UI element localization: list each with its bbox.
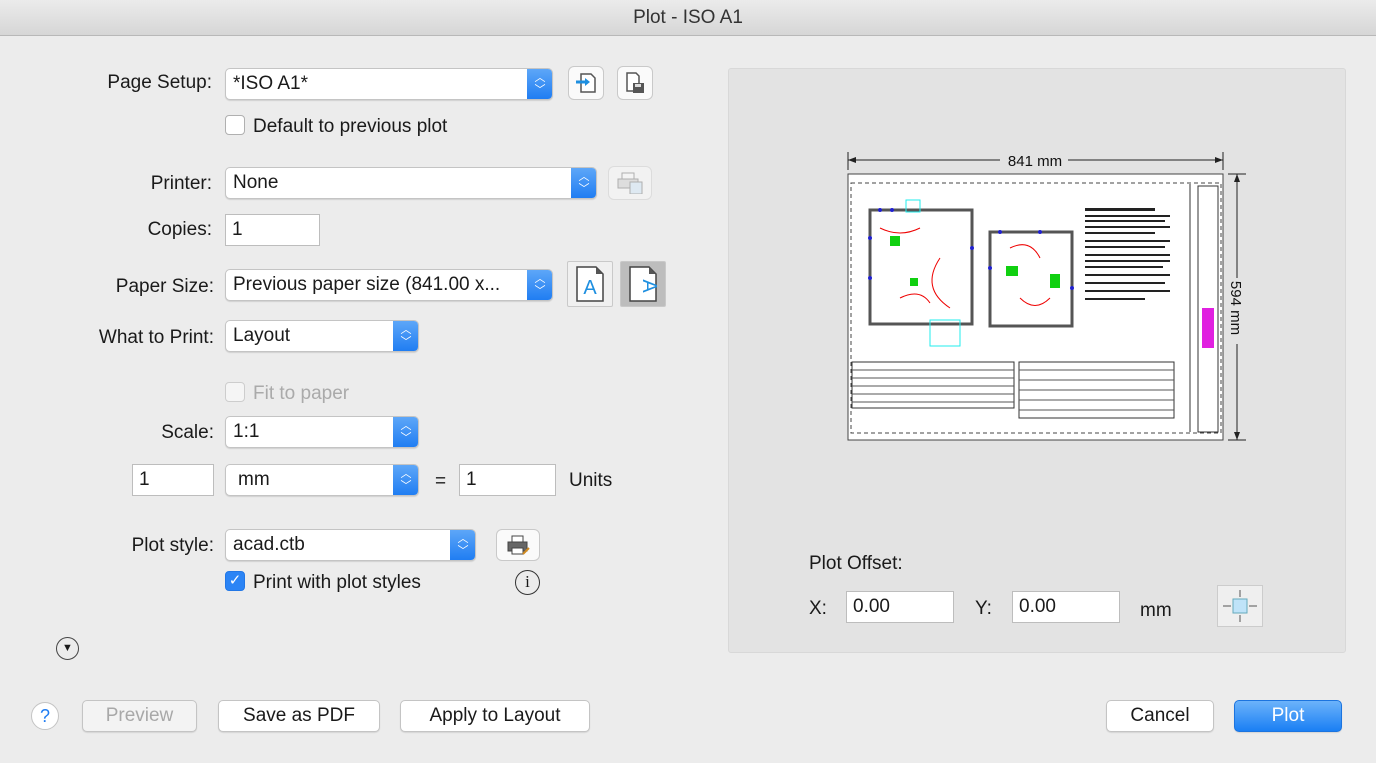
print-with-plot-styles-label: Print with plot styles xyxy=(253,572,421,593)
preview-button[interactable]: Preview xyxy=(82,700,197,732)
center-plot-icon xyxy=(1223,590,1257,622)
plot-style-value: acad.ctb xyxy=(233,534,305,555)
what-to-print-label: What to Print: xyxy=(98,327,214,348)
stepper-icon: ︿ ﹀ xyxy=(393,465,418,495)
page-setup-value: *ISO A1* xyxy=(233,73,308,94)
scale-select[interactable]: 1:1 ︿ ﹀ xyxy=(225,416,419,448)
svg-text:A: A xyxy=(638,279,658,293)
stepper-icon: ︿ ﹀ xyxy=(393,321,418,351)
stepper-icon: ︿ ﹀ xyxy=(527,270,552,300)
copies-input[interactable]: 1 xyxy=(225,214,320,246)
save-page-setup-button[interactable] xyxy=(617,66,653,100)
portrait-icon: A xyxy=(576,266,604,302)
apply-to-layout-button[interactable]: Apply to Layout xyxy=(400,700,590,732)
svg-text:A: A xyxy=(583,277,597,299)
offset-x-label: X: xyxy=(809,598,827,619)
scale-unit-value: mm xyxy=(238,469,270,490)
default-to-previous-label: Default to previous plot xyxy=(253,116,448,137)
printer-select[interactable]: None ︿ ﹀ xyxy=(225,167,597,199)
plot-style-select[interactable]: acad.ctb ︿ ﹀ xyxy=(225,529,476,561)
scale-unit-select[interactable]: mm ︿ ﹀ xyxy=(225,464,419,496)
offset-y-input[interactable]: 0.00 xyxy=(1012,591,1120,623)
center-plot-button[interactable] xyxy=(1217,585,1263,627)
scale-left-input[interactable]: 1 xyxy=(132,464,214,496)
fit-to-paper-label: Fit to paper xyxy=(253,383,350,404)
import-page-setup-button[interactable] xyxy=(568,66,604,100)
height-label: 594 mm xyxy=(1227,281,1244,335)
cancel-button[interactable]: Cancel xyxy=(1106,700,1214,732)
printer-edit-icon xyxy=(507,535,530,555)
plot-preview: 841 mm 594 mm xyxy=(847,152,1246,441)
stepper-icon: ︿ ﹀ xyxy=(527,69,552,99)
default-to-previous-checkbox[interactable] xyxy=(225,115,245,135)
offset-x-input[interactable]: 0.00 xyxy=(846,591,954,623)
page-setup-label: Page Setup: xyxy=(107,72,212,93)
import-icon xyxy=(576,73,596,93)
printer-value: None xyxy=(233,172,279,193)
fit-to-paper-checkbox[interactable] xyxy=(225,382,245,402)
help-button[interactable]: ? xyxy=(31,702,59,730)
paper-size-value: Previous paper size (841.00 x... xyxy=(233,274,501,295)
stepper-icon: ︿ ﹀ xyxy=(450,530,475,560)
portrait-button[interactable]: A xyxy=(567,261,613,307)
save-as-pdf-button[interactable]: Save as PDF xyxy=(218,700,380,732)
what-to-print-value: Layout xyxy=(233,325,291,346)
paper-size-select[interactable]: Previous paper size (841.00 x... ︿ ﹀ xyxy=(225,269,553,301)
print-with-plot-styles-checkbox[interactable]: ✓ xyxy=(225,571,245,591)
landscape-button[interactable]: A xyxy=(620,261,666,307)
stepper-icon: ︿ ﹀ xyxy=(571,168,596,198)
save-icon xyxy=(626,72,644,93)
printer-label: Printer: xyxy=(150,173,212,194)
plot-offset-title: Plot Offset: xyxy=(809,553,903,574)
landscape-icon: A xyxy=(629,266,658,302)
scale-value: 1:1 xyxy=(233,421,260,442)
expand-options-icon[interactable]: ▼ xyxy=(56,637,79,660)
copies-label: Copies: xyxy=(147,219,212,240)
offset-unit-label: mm xyxy=(1140,600,1172,621)
scale-label: Scale: xyxy=(161,422,214,443)
what-to-print-select[interactable]: Layout ︿ ﹀ xyxy=(225,320,419,352)
info-icon[interactable]: i xyxy=(515,570,540,595)
equals-sign: = xyxy=(435,471,447,492)
plot-style-label: Plot style: xyxy=(131,535,214,556)
printer-properties-button[interactable] xyxy=(608,166,652,200)
plot-button[interactable]: Plot xyxy=(1234,700,1342,732)
edit-plot-style-button[interactable] xyxy=(496,529,540,561)
offset-y-label: Y: xyxy=(975,598,992,619)
stepper-icon: ︿ ﹀ xyxy=(393,417,418,447)
paper-size-label: Paper Size: xyxy=(115,276,214,297)
units-label: Units xyxy=(569,470,613,491)
title-bar: Plot - ISO A1 xyxy=(0,0,1376,36)
scale-right-input[interactable]: 1 xyxy=(459,464,556,496)
width-label: 841 mm xyxy=(1008,153,1062,170)
page-setup-select[interactable]: *ISO A1* ︿ ﹀ xyxy=(225,68,553,100)
printer-properties-icon xyxy=(617,172,643,194)
